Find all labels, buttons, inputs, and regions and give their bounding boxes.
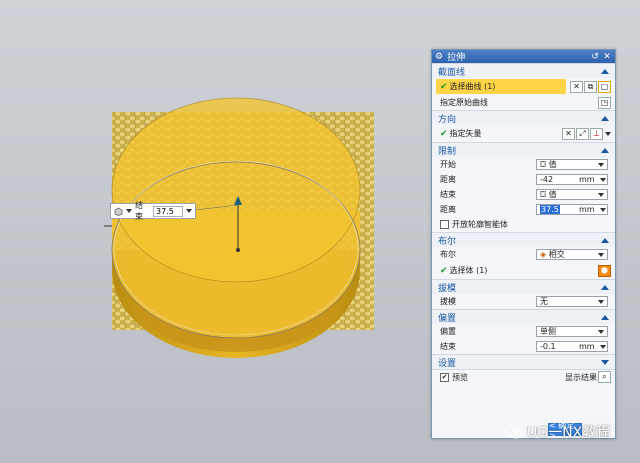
- vector-row[interactable]: ✔ 指定矢量 ✕ ⤢ ⊥: [432, 125, 615, 142]
- distance1-row: 距离 -42 mm: [432, 172, 615, 187]
- extrude-dialog: ⚙ 拉伸 ↺ ✕ 截面线 ✔ 选择曲线 (1) ✕ ⧉ ▢ 指定原始曲线 ◳ 方…: [431, 49, 616, 440]
- section-header-curve[interactable]: 截面线: [432, 63, 615, 78]
- collapse-icon[interactable]: [601, 284, 609, 290]
- chevron-down-icon[interactable]: [598, 252, 604, 257]
- collapse-icon[interactable]: [601, 237, 609, 243]
- section-header-offset[interactable]: 偏置: [432, 309, 615, 324]
- end-row: 结束 ⛋ 值: [432, 187, 615, 202]
- collapse-icon[interactable]: [601, 314, 609, 320]
- chevron-down-icon[interactable]: [126, 209, 132, 213]
- offset-select[interactable]: 单侧: [536, 326, 608, 337]
- select-curve-row[interactable]: ✔ 选择曲线 (1) ✕ ⧉ ▢: [432, 78, 615, 95]
- collapse-icon[interactable]: [601, 147, 609, 153]
- wechat-icon: [504, 425, 522, 439]
- section-header-boolean[interactable]: 布尔: [432, 232, 615, 247]
- sketch-curve-label: 指定原始曲线: [440, 98, 488, 107]
- reset-icon[interactable]: ↺: [590, 52, 600, 62]
- dialog-title-bar[interactable]: ⚙ 拉伸 ↺ ✕: [432, 50, 615, 63]
- select-body-label: 选择体 (1): [449, 266, 488, 275]
- preview-checkbox[interactable]: ✔: [440, 372, 449, 382]
- chevron-down-icon[interactable]: [600, 207, 606, 212]
- watermark: UG一NX教程: [504, 422, 610, 442]
- offset-end-row: 结束 -0.1 mm: [432, 339, 615, 354]
- chevron-down-icon[interactable]: [598, 329, 604, 334]
- expand-icon[interactable]: [601, 359, 609, 365]
- handle-value-input[interactable]: [153, 205, 183, 217]
- chevron-down-icon[interactable]: [186, 209, 192, 213]
- extrusion-top-face: [111, 97, 361, 283]
- chevron-down-icon[interactable]: [598, 192, 604, 197]
- select-curve-label: 选择曲线 (1): [449, 82, 496, 91]
- check-icon: ✔: [440, 265, 448, 276]
- section-header-direction[interactable]: 方向: [432, 110, 615, 125]
- start-type-select[interactable]: ⛋ 值: [536, 159, 608, 170]
- sketch-curve-row[interactable]: 指定原始曲线 ◳: [432, 95, 615, 110]
- show-result-label[interactable]: 显示结果: [565, 372, 597, 383]
- open-profile-row[interactable]: 开放轮廓智能体: [432, 217, 615, 232]
- distance2-row: 距离 37.5 mm: [432, 202, 615, 217]
- distance1-input[interactable]: -42 mm: [536, 174, 608, 185]
- deselect-icon[interactable]: ✕: [570, 80, 583, 93]
- chevron-down-icon[interactable]: [605, 131, 611, 136]
- chevron-down-icon[interactable]: [598, 299, 604, 304]
- collapse-icon[interactable]: [601, 115, 609, 121]
- close-icon[interactable]: ✕: [602, 52, 612, 62]
- magnifier-icon[interactable]: ⌕: [598, 371, 611, 383]
- offset-row: 偏置 单侧: [432, 324, 615, 339]
- chevron-down-icon[interactable]: [600, 177, 606, 182]
- handle-label: 结束: [135, 201, 143, 221]
- start-row: 开始 ⛋ 值: [432, 157, 615, 172]
- boolean-select[interactable]: ◈ 相交: [536, 249, 608, 260]
- gear-icon[interactable]: ⚙: [435, 52, 443, 62]
- open-profile-checkbox[interactable]: [440, 220, 449, 229]
- sketch-icon[interactable]: ◳: [598, 96, 611, 109]
- vector-label: 指定矢量: [449, 129, 482, 138]
- open-profile-label: 开放轮廓智能体: [452, 220, 508, 229]
- curve-rule-icon[interactable]: ⧉: [584, 80, 597, 93]
- sketch-section-icon[interactable]: ▢: [598, 80, 611, 93]
- draft-select[interactable]: 无: [536, 296, 608, 307]
- end-type-select[interactable]: ⛋ 值: [536, 189, 608, 200]
- draft-row: 拔模 无: [432, 294, 615, 309]
- limit-type-icon[interactable]: [114, 207, 123, 216]
- dialog-title: 拉伸: [447, 53, 466, 63]
- offset-end-input[interactable]: -0.1 mm: [536, 341, 608, 352]
- direction-origin: [236, 248, 240, 252]
- collapse-icon[interactable]: [601, 68, 609, 74]
- distance-handle-box[interactable]: 结束: [110, 201, 196, 221]
- boolean-row: 布尔 ◈ 相交: [432, 247, 615, 262]
- check-icon: ✔: [440, 128, 448, 139]
- vector-constructor-icon[interactable]: ⤢: [576, 127, 589, 140]
- chevron-down-icon[interactable]: [598, 162, 604, 167]
- chevron-down-icon[interactable]: [600, 344, 606, 349]
- preview-row: ✔ 预览 显示结果 ⌕: [432, 369, 615, 384]
- section-header-draft[interactable]: 拔模: [432, 279, 615, 294]
- section-header-settings[interactable]: 设置: [432, 354, 615, 369]
- reverse-direction-icon[interactable]: ✕: [562, 127, 575, 140]
- check-icon: ✔: [440, 81, 448, 92]
- select-body-row[interactable]: ✔ 选择体 (1) ⬢: [432, 262, 615, 279]
- preview-label: 预览: [452, 372, 468, 382]
- body-icon[interactable]: ⬢: [598, 264, 611, 277]
- distance2-input[interactable]: 37.5 mm: [536, 204, 608, 215]
- axis-vector-icon[interactable]: ⊥: [590, 127, 603, 140]
- section-header-limits[interactable]: 限制: [432, 142, 615, 157]
